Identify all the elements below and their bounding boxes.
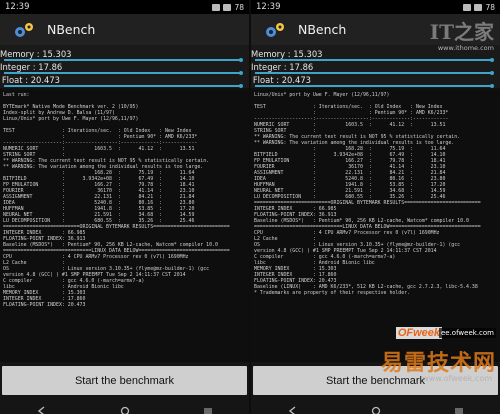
float-bar bbox=[255, 85, 492, 87]
memory-label: Memory : 15.303 bbox=[0, 48, 72, 59]
ofweek-url-watermark: ee.ofweek.com bbox=[438, 328, 496, 338]
status-time: 12:39 bbox=[256, 2, 281, 12]
app-title: NBench bbox=[298, 22, 347, 37]
app-bar: NBench bbox=[0, 14, 249, 45]
status-bar: 12:39 78 bbox=[0, 0, 249, 14]
benchmark-console[interactable]: Last run: BYTEmark* Native Mode Benchmar… bbox=[0, 90, 249, 362]
memory-metric: Memory : 15.303 bbox=[0, 47, 249, 62]
float-metric: Float : 20.473 bbox=[0, 73, 249, 88]
app-title: NBench bbox=[47, 22, 96, 37]
left-screen: 12:39 78 NBench Memory : 15.303 Integer … bbox=[0, 0, 249, 414]
float-metric: Float : 20.473 bbox=[251, 73, 500, 88]
integer-label: Integer : 17.86 bbox=[251, 61, 314, 72]
memory-label: Memory : 15.303 bbox=[251, 48, 323, 59]
benchmark-console[interactable]: Linux/Unix* port by Uwe F. Mayer (12/96,… bbox=[251, 90, 500, 362]
app-logo-icon bbox=[13, 21, 35, 39]
status-time: 12:39 bbox=[5, 2, 30, 12]
start-benchmark-button[interactable]: Start the benchmark bbox=[2, 366, 247, 395]
status-bar: 12:39 78 bbox=[251, 0, 500, 14]
metrics-panel: Memory : 15.303 Integer : 17.86 Float : … bbox=[0, 45, 249, 88]
wifi-icon bbox=[463, 3, 472, 11]
signal-icon bbox=[474, 3, 483, 11]
float-bar-end bbox=[490, 84, 494, 88]
right-screen: 12:39 78 NBench Memory : 15.303 Integer … bbox=[251, 0, 500, 414]
ithome-watermark: IT之家 bbox=[429, 20, 494, 44]
battery-level: 78 bbox=[234, 2, 244, 12]
home-icon[interactable] bbox=[371, 401, 381, 414]
wifi-icon bbox=[212, 3, 221, 11]
nav-bar bbox=[0, 397, 249, 414]
ithome-url-watermark: www.ithome.com bbox=[437, 44, 494, 52]
signal-icon bbox=[223, 3, 232, 11]
battery-level: 78 bbox=[485, 2, 495, 12]
float-bar bbox=[4, 85, 241, 87]
float-label: Float : 20.473 bbox=[1, 74, 60, 85]
float-label: Float : 20.473 bbox=[252, 74, 311, 85]
cn-url-watermark: www.ofweek.com bbox=[422, 374, 492, 383]
cn-logo-watermark: 易雷技术网 bbox=[380, 351, 496, 376]
home-icon[interactable] bbox=[120, 401, 130, 414]
integer-metric: Integer : 17.86 bbox=[251, 60, 500, 75]
ofweek-logo-watermark: OFweek bbox=[395, 327, 442, 339]
menu-icon[interactable] bbox=[454, 401, 464, 413]
integer-metric: Integer : 17.86 bbox=[0, 60, 249, 75]
back-icon[interactable] bbox=[37, 401, 47, 414]
integer-label: Integer : 17.86 bbox=[0, 61, 63, 72]
nav-bar bbox=[251, 397, 500, 414]
float-bar-end bbox=[239, 84, 243, 88]
footer: Start the benchmark bbox=[0, 362, 249, 414]
app-logo-icon bbox=[264, 21, 286, 39]
back-icon[interactable] bbox=[288, 401, 298, 414]
menu-icon[interactable] bbox=[203, 401, 213, 413]
